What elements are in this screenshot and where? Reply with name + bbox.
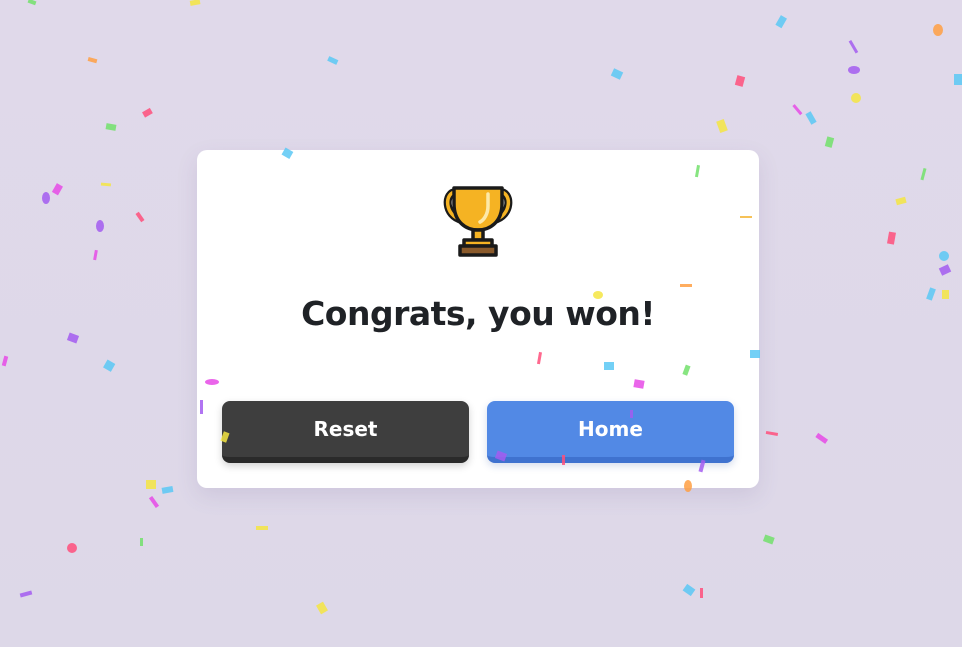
confetti-piece xyxy=(189,0,201,6)
confetti-piece xyxy=(135,211,145,223)
confetti-piece xyxy=(848,39,859,54)
confetti-piece xyxy=(105,123,117,131)
confetti-piece xyxy=(140,538,143,546)
confetti-piece xyxy=(27,0,37,6)
confetti-piece xyxy=(805,111,817,125)
confetti-piece xyxy=(887,231,896,245)
confetti-piece xyxy=(142,107,153,118)
confetti-piece xyxy=(938,264,952,276)
confetti-piece xyxy=(765,430,779,437)
confetti-piece xyxy=(316,601,328,615)
confetti-piece xyxy=(19,590,33,598)
confetti-piece xyxy=(954,74,962,85)
confetti-piece xyxy=(939,251,949,261)
home-button[interactable]: Home xyxy=(487,401,734,463)
confetti-piece xyxy=(942,290,949,299)
confetti-piece xyxy=(610,68,624,80)
win-title: Congrats, you won! xyxy=(301,294,655,333)
confetti-piece xyxy=(161,486,174,494)
win-dialog: Congrats, you won! Reset Home xyxy=(197,150,759,488)
confetti-piece xyxy=(100,182,112,187)
confetti-piece xyxy=(327,56,339,65)
confetti-piece xyxy=(66,332,80,344)
confetti-piece xyxy=(895,196,907,206)
confetti-piece xyxy=(762,534,775,545)
confetti-piece xyxy=(96,220,104,232)
confetti-piece xyxy=(815,432,829,444)
confetti-piece xyxy=(148,495,160,509)
confetti-piece xyxy=(682,583,696,597)
confetti-piece xyxy=(256,526,268,530)
confetti-piece xyxy=(734,75,746,87)
confetti-piece xyxy=(67,543,77,553)
confetti-piece xyxy=(792,104,803,116)
reset-button[interactable]: Reset xyxy=(222,401,469,463)
confetti-piece xyxy=(1,355,9,367)
confetti-piece xyxy=(775,15,787,29)
confetti-piece xyxy=(926,287,936,301)
confetti-piece xyxy=(42,192,50,204)
confetti-piece xyxy=(93,249,98,261)
confetti-piece xyxy=(87,57,98,64)
confetti-piece xyxy=(103,359,116,372)
confetti-piece xyxy=(848,66,860,74)
confetti-piece xyxy=(716,118,728,134)
confetti-piece xyxy=(51,183,63,196)
confetti-piece xyxy=(824,136,835,148)
confetti-piece xyxy=(920,167,927,181)
confetti-piece xyxy=(851,93,861,103)
confetti-piece xyxy=(933,24,943,36)
confetti-piece xyxy=(146,480,156,489)
trophy-icon xyxy=(443,186,513,257)
confetti-piece xyxy=(700,588,703,598)
